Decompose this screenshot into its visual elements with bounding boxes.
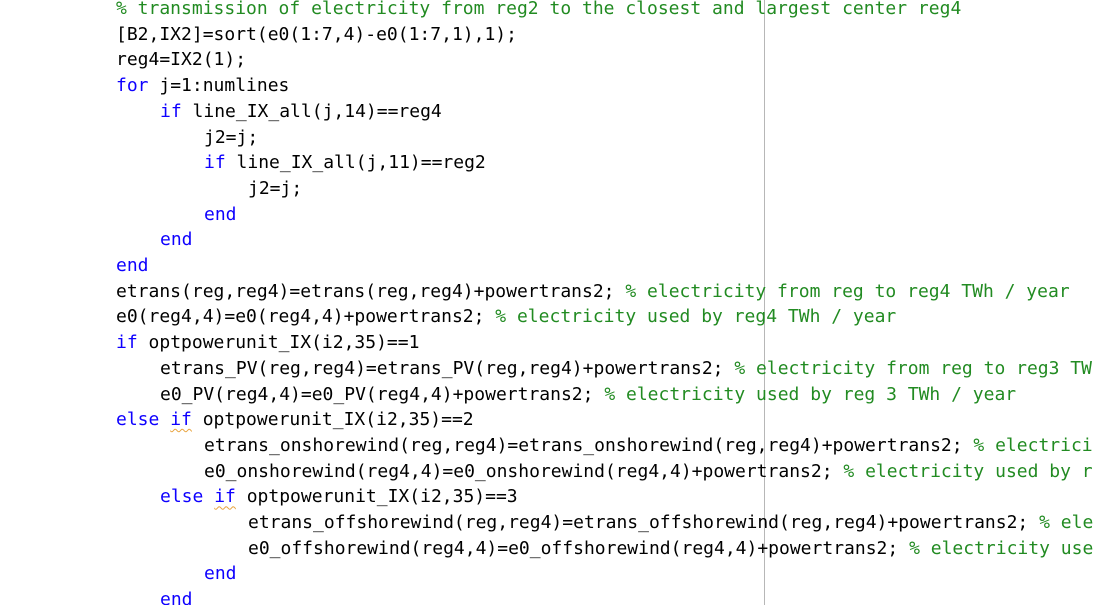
code-editor[interactable]: % transmission of electricity from reg2 … xyxy=(0,0,1102,605)
code-text: etrans_offshorewind(reg,reg4)=etrans_off… xyxy=(248,512,1040,533)
code-line[interactable]: etrans_PV(reg,reg4)=etrans_PV(reg,reg4)+… xyxy=(160,356,1092,382)
code-text: etrans(reg,reg4)=etrans(reg,reg4)+powert… xyxy=(116,280,626,302)
code-line[interactable]: end xyxy=(204,202,237,228)
code-comment: % transmission of electricity from reg2 … xyxy=(116,0,962,19)
code-line[interactable]: else if optpowerunit_IX(i2,35)==3 xyxy=(160,484,518,510)
code-line[interactable]: end xyxy=(204,561,237,587)
code-line[interactable]: e0_onshorewind(reg4,4)=e0_onshorewind(re… xyxy=(204,459,1093,485)
code-comment: % electricity from reg to reg3 TW xyxy=(734,357,1092,379)
code-text: etrans_PV(reg,reg4)=etrans_PV(reg,reg4)+… xyxy=(160,357,735,379)
code-text: optpowerunit_IX(i2,35)==2 xyxy=(191,409,474,431)
code-line[interactable]: j2=j; xyxy=(204,125,258,151)
code-comment: % electricity used by reg4 TWh / year xyxy=(495,306,897,328)
keyword: end xyxy=(160,229,193,251)
code-line[interactable]: if line_IX_all(j,11)==reg2 xyxy=(204,150,486,176)
code-line[interactable]: if line_IX_all(j,14)==reg4 xyxy=(160,99,442,125)
code-text: [B2,IX2]=sort(e0(1:7,4)-e0(1:7,1),1); xyxy=(116,23,517,45)
keyword: if xyxy=(204,152,226,174)
code-text: e0_offshorewind(reg4,4)=e0_offshorewind(… xyxy=(248,537,910,559)
code-text: e0_onshorewind(reg4,4)=e0_onshorewind(re… xyxy=(204,460,844,482)
code-comment: % ele xyxy=(1039,512,1094,533)
code-text: reg4=IX2(1); xyxy=(116,49,247,71)
code-text: e0(reg4,4)=e0(reg4,4)+powertrans2; xyxy=(116,306,496,328)
code-line[interactable]: e0_offshorewind(reg4,4)=e0_offshorewind(… xyxy=(248,536,1093,562)
code-comment: % electricity used by reg 3 TWh / year xyxy=(604,383,1017,405)
code-line[interactable]: end xyxy=(116,253,149,279)
code-line[interactable]: etrans(reg,reg4)=etrans(reg,reg4)+powert… xyxy=(116,279,1070,305)
code-line[interactable]: etrans_onshorewind(reg,reg4)=etrans_onsh… xyxy=(204,433,1093,459)
code-comment: % electricity use xyxy=(909,537,1094,559)
code-comment: % electrici xyxy=(973,434,1093,456)
keyword: else xyxy=(160,486,215,508)
code-line[interactable]: if optpowerunit_IX(i2,35)==1 xyxy=(116,330,419,356)
keyword: end xyxy=(204,563,237,585)
code-line[interactable]: etrans_offshorewind(reg,reg4)=etrans_off… xyxy=(248,510,1093,536)
keyword-warning: if xyxy=(170,409,192,431)
code-text: optpowerunit_IX(i2,35)==3 xyxy=(235,486,518,508)
keyword: end xyxy=(204,203,237,225)
keyword: end xyxy=(160,589,193,605)
keyword: for xyxy=(116,75,149,97)
code-text: line_IX_all(j,14)==reg4 xyxy=(181,100,442,122)
code-comment: % electricity from reg to reg4 TWh / yea… xyxy=(625,280,1070,302)
code-text: line_IX_all(j,11)==reg2 xyxy=(225,152,486,174)
code-text: j2=j; xyxy=(248,177,303,199)
code-line[interactable]: j2=j; xyxy=(248,176,302,202)
code-line[interactable]: for j=1:numlines xyxy=(116,73,289,99)
code-line[interactable]: reg4=IX2(1); xyxy=(116,47,246,73)
keyword: else xyxy=(116,409,171,431)
code-text: etrans_onshorewind(reg,reg4)=etrans_onsh… xyxy=(204,434,974,456)
code-text: e0_PV(reg4,4)=e0_PV(reg4,4)+powertrans2; xyxy=(160,383,605,405)
code-line[interactable]: % transmission of electricity from reg2 … xyxy=(116,0,961,22)
keyword: if xyxy=(160,100,182,122)
code-line[interactable]: e0_PV(reg4,4)=e0_PV(reg4,4)+powertrans2;… xyxy=(160,382,1016,408)
code-text: j=1:numlines xyxy=(148,75,290,97)
code-text: optpowerunit_IX(i2,35)==1 xyxy=(137,332,420,354)
code-line[interactable]: else if optpowerunit_IX(i2,35)==2 xyxy=(116,407,474,433)
code-line[interactable]: e0(reg4,4)=e0(reg4,4)+powertrans2; % ele… xyxy=(116,304,896,330)
keyword: if xyxy=(116,332,138,354)
code-line[interactable]: end xyxy=(160,587,193,605)
code-text: j2=j; xyxy=(204,126,259,148)
code-line[interactable]: [B2,IX2]=sort(e0(1:7,4)-e0(1:7,1),1); xyxy=(116,22,517,48)
code-comment: % electricity used by r xyxy=(843,460,1093,482)
code-line[interactable]: end xyxy=(160,227,193,253)
keyword: end xyxy=(116,255,149,276)
keyword-warning: if xyxy=(214,486,236,508)
